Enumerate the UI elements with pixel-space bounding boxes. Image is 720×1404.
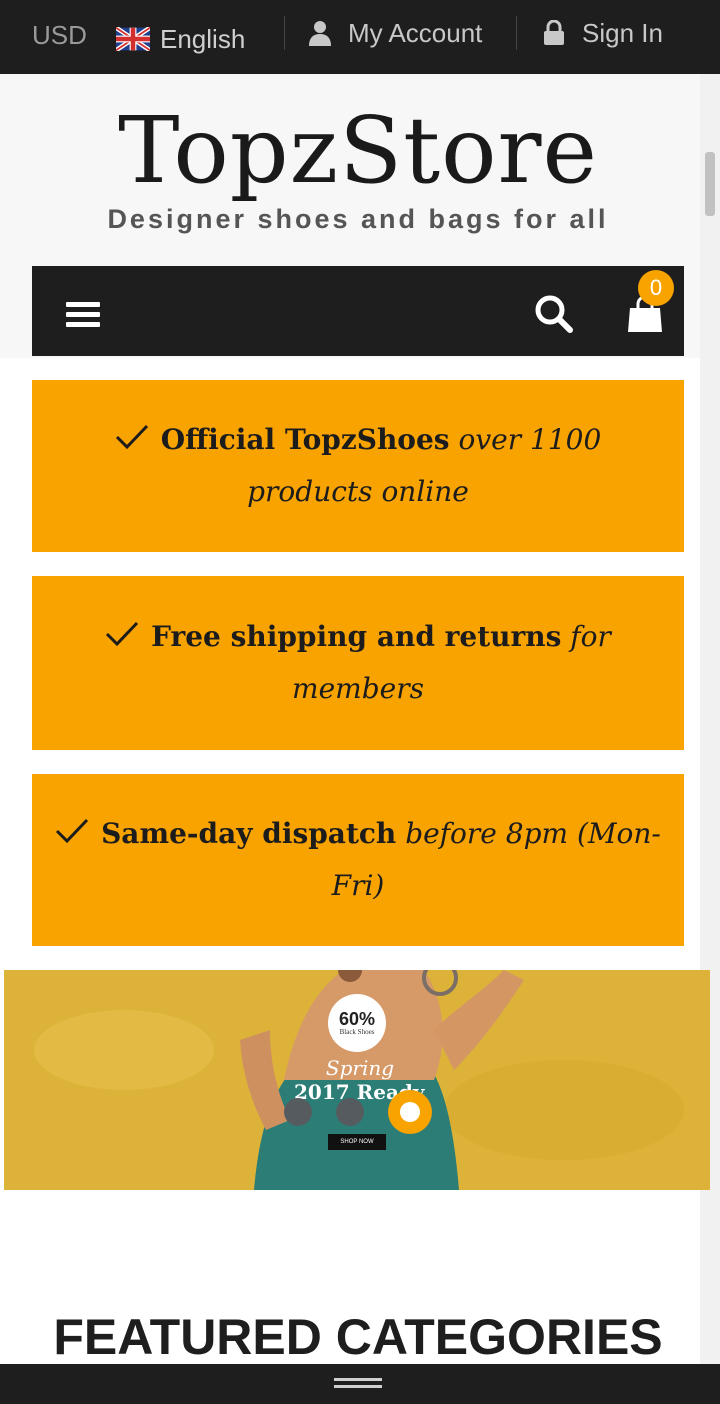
slider-dot-3-active[interactable] [388,1090,432,1134]
lock-icon [544,20,564,45]
topbar-divider [284,16,285,50]
discount-value: 60% [338,1009,376,1029]
feature-title: Free shipping and returns [151,620,562,653]
sign-in-label: Sign In [582,17,663,48]
currency-selector[interactable]: USD [32,0,87,72]
shop-now-button[interactable]: SHOP NOW [328,1134,386,1150]
site-tagline: Designer shoes and bags for all [107,204,609,234]
featured-categories-heading: FEATURED CATEGORIES [53,1309,663,1365]
drawer-handle-icon[interactable] [334,1378,382,1390]
feature-box: Same-day dispatch before 8pm (Mon-Fri) [32,774,684,946]
checkmark-icon [106,621,139,647]
topbar-divider [516,16,517,50]
feature-box: Free shipping and returns for members [32,576,684,750]
cart-count-badge[interactable]: 0 [638,270,674,306]
bottom-drawer-bar[interactable] [0,1364,720,1404]
slider-dot-2[interactable] [336,1098,364,1126]
language-selector[interactable]: English [116,2,245,76]
uk-flag-icon [116,27,150,51]
checkmark-icon [56,818,89,844]
sign-in-link[interactable]: Sign In [542,0,663,70]
feature-title: Same-day dispatch [101,817,397,850]
top-bar: USD English My Account Sign In [0,0,720,74]
site-logo[interactable]: TopzStore [0,96,716,206]
hamburger-menu-icon[interactable] [66,302,100,328]
checkmark-icon [115,424,148,450]
currency-label: USD [32,19,87,50]
language-label: English [160,23,246,54]
user-icon [309,21,331,46]
discount-badge: 60% Black Shoes [328,994,386,1052]
my-account-label: My Account [348,17,483,48]
discount-label: Black Shoes [339,1028,375,1036]
feature-title: Official TopzShoes [160,423,450,456]
my-account-link[interactable]: My Account [308,0,482,70]
banner-line-1: Spring [325,1056,395,1080]
search-icon[interactable] [532,292,574,334]
promo-banner-slider[interactable]: 60% Black Shoes Spring 2017 Ready SHOP N… [4,970,710,1190]
main-nav-bar: 0 [32,266,684,356]
slider-dot-1[interactable] [284,1098,312,1126]
feature-box: Official TopzShoes over 1100 products on… [32,380,684,552]
